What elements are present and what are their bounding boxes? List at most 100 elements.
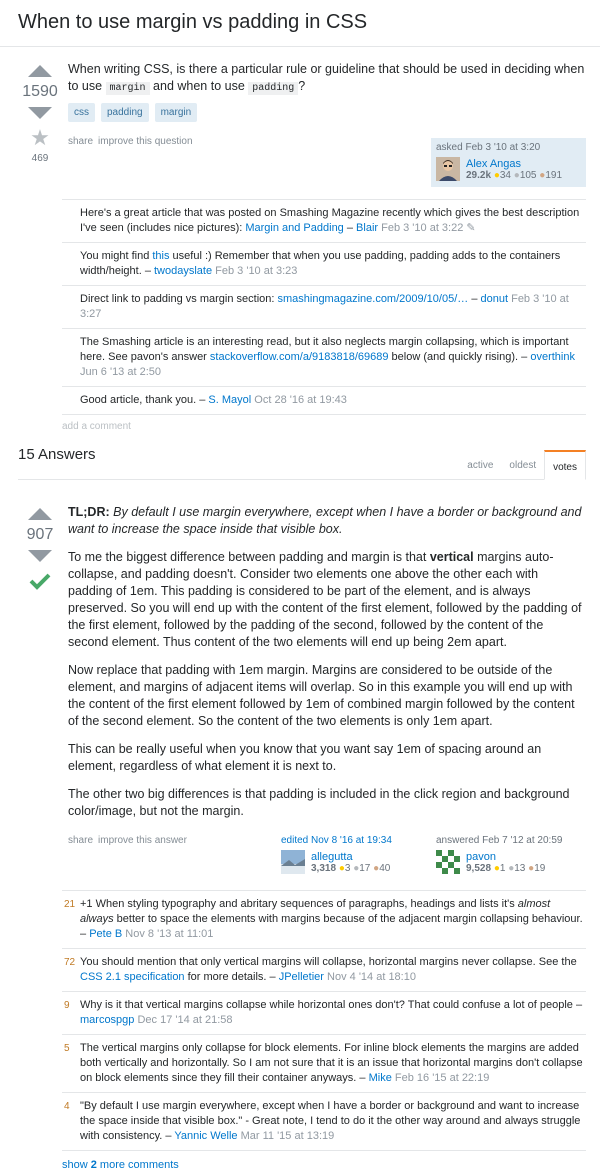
question: 1590 ★ 469 When writing CSS, is there a …: [0, 61, 600, 187]
answer-text: TL;DR: By default I use margin everywher…: [68, 504, 586, 820]
comment-sep: –: [80, 928, 90, 940]
comment-item: Good article, thank you. – S. Mayol Oct …: [62, 387, 586, 415]
comment-date: Jun 6 '13 at 2:50: [80, 366, 161, 378]
comment-user[interactable]: twodayslate: [154, 265, 212, 277]
gold-badge-count: 34: [499, 169, 511, 181]
comment-user[interactable]: Blair: [356, 222, 378, 234]
question-text: When writing CSS, is there a particular …: [68, 61, 586, 97]
answer-vote-cell: 907: [18, 504, 62, 880]
tag-padding[interactable]: padding: [101, 103, 149, 122]
comment-link[interactable]: CSS 2.1 specification: [80, 971, 185, 983]
user-avatar-icon[interactable]: [436, 157, 460, 181]
comment-item: Direct link to padding vs margin section…: [62, 286, 586, 329]
comment-link[interactable]: smashingmagazine.com/2009/10/05/…: [277, 293, 468, 305]
comment-user[interactable]: marcospgp: [80, 1014, 134, 1026]
comment-date: Feb 3 '10 at 3:23: [215, 265, 298, 277]
answer-p1-bold: vertical: [429, 550, 474, 564]
upvote-button[interactable]: [28, 508, 52, 520]
comment-user[interactable]: Mike: [369, 1072, 392, 1084]
asked-usercard: asked Feb 3 '10 at 3:20 Alex Angas 29.2k: [431, 138, 586, 187]
share-link[interactable]: share: [68, 835, 93, 846]
user-avatar-icon[interactable]: [436, 850, 460, 874]
answer-usercards: edited Nov 8 '16 at 19:34 allegutta 3,31…: [276, 831, 586, 880]
comment-score: [62, 335, 80, 380]
improve-question-link[interactable]: improve this question: [98, 136, 193, 147]
question-title[interactable]: When to use margin vs padding in CSS: [18, 10, 582, 34]
tab-votes[interactable]: votes: [544, 450, 586, 480]
tab-active[interactable]: active: [459, 450, 501, 479]
comment-score: 21: [64, 899, 76, 910]
comment-score: [62, 249, 80, 279]
comment-link[interactable]: Margin and Padding: [245, 222, 343, 234]
user-avatar-icon[interactable]: [281, 850, 305, 874]
show-more-post[interactable]: more comments: [97, 1159, 179, 1171]
comment-text: Why is it that vertical margins collapse…: [80, 999, 573, 1011]
tag-css[interactable]: css: [68, 103, 95, 122]
answers-count: 15 Answers: [18, 446, 96, 463]
comment-sep: –: [572, 999, 583, 1011]
show-more-pre[interactable]: show: [62, 1159, 91, 1171]
comment-score: 72: [64, 957, 76, 968]
comment-sep: –: [266, 971, 279, 983]
improve-answer-link[interactable]: improve this answer: [98, 835, 187, 846]
answer-p1: To me the biggest difference between pad…: [68, 550, 430, 564]
answer-p4: The other two big differences is that pa…: [68, 787, 570, 818]
comment-sep: –: [356, 1072, 369, 1084]
answerer-reputation: 9,528 ●1 ●13 ●19: [466, 863, 545, 874]
edit-pencil-icon: ✎: [466, 222, 476, 234]
edited-date[interactable]: edited Nov 8 '16 at 19:34: [281, 835, 426, 846]
answerer-name[interactable]: pavon: [466, 851, 545, 863]
upvote-button[interactable]: [28, 65, 52, 77]
comment-text: The vertical margins only collapse for b…: [80, 1042, 583, 1084]
add-comment-link[interactable]: add a comment: [62, 415, 586, 432]
comment-user[interactable]: Pete B: [89, 928, 122, 940]
comment-date: Dec 17 '14 at 21:58: [137, 1014, 233, 1026]
comment-sep: –: [468, 293, 481, 305]
accepted-check-icon: [29, 573, 51, 590]
silver-badge-count: 13: [514, 862, 526, 874]
tag-margin[interactable]: margin: [154, 103, 198, 122]
question-signature-row: share improve this question asked Feb 3 …: [68, 136, 586, 187]
question-comments: Here's a great article that was posted o…: [62, 199, 586, 432]
comment-score: [62, 393, 80, 408]
gold-badge-count: 3: [344, 862, 351, 874]
silver-badge-count: 105: [519, 169, 537, 181]
comment-user[interactable]: Yannic Welle: [174, 1130, 237, 1142]
answered-date: answered Feb 7 '12 at 20:59: [436, 835, 563, 846]
editor-name[interactable]: allegutta: [311, 851, 390, 863]
comment-user[interactable]: overthink: [530, 351, 575, 363]
editor-rep-score: 3,318: [311, 862, 337, 874]
downvote-button[interactable]: [28, 107, 52, 119]
comment-user[interactable]: JPelletier: [279, 971, 324, 983]
comment-item: 4 "By default I use margin everywhere, e…: [62, 1093, 586, 1151]
comment-link[interactable]: stackoverflow.com/a/9183818/69689: [210, 351, 389, 363]
comment-user[interactable]: S. Mayol: [208, 394, 251, 406]
show-more-comments-link[interactable]: show 2 more comments: [62, 1151, 586, 1171]
comment-item: 5 The vertical margins only collapse for…: [62, 1035, 586, 1093]
comment-link[interactable]: this: [152, 250, 169, 262]
question-body-cell: When writing CSS, is there a particular …: [62, 61, 600, 187]
comment-user[interactable]: donut: [481, 293, 509, 305]
silver-badge-count: 17: [359, 862, 371, 874]
question-vote-cell: 1590 ★ 469: [18, 61, 62, 187]
comment-text: You should mention that only vertical ma…: [80, 956, 577, 968]
answers-header: 15 Answers active oldest votes: [18, 446, 586, 480]
comment-item: You might find this useful :) Remember t…: [62, 243, 586, 286]
bronze-badge-count: 191: [545, 169, 563, 181]
asker-name[interactable]: Alex Angas: [466, 158, 562, 170]
comment-sep: –: [162, 1130, 175, 1142]
comment-sep: –: [196, 394, 209, 406]
comment-date: Feb 16 '15 at 22:19: [394, 1072, 490, 1084]
answer-comments: 21 +1 When styling typography and abrita…: [62, 890, 586, 1171]
downvote-button[interactable]: [28, 550, 52, 562]
answer-p2: Now replace that padding with 1em margin…: [68, 663, 575, 728]
comment-text: better to space the elements with margin…: [113, 913, 583, 925]
answer: 907 TL;DR: By default I use margin every…: [0, 504, 600, 880]
favorite-star-icon[interactable]: ★: [30, 127, 50, 149]
share-link[interactable]: share: [68, 136, 93, 147]
tab-oldest[interactable]: oldest: [501, 450, 544, 479]
comment-item: 21 +1 When styling typography and abrita…: [62, 891, 586, 949]
comment-score: [62, 292, 80, 322]
answered-usercard: answered Feb 7 '12 at 20:59 pavon 9,528 …: [431, 831, 586, 880]
comment-date: Feb 3 '10 at 3:22: [381, 222, 464, 234]
